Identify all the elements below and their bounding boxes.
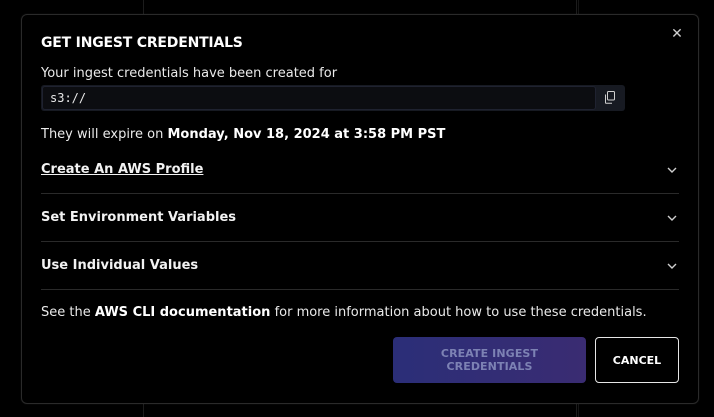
cancel-button[interactable]: CANCEL [595,337,679,383]
create-credentials-button[interactable]: CREATE INGEST CREDENTIALS [393,337,586,383]
uri-field[interactable]: s3:// [42,86,596,110]
section-label-aws-profile: Create An AWS Profile [41,161,204,177]
footer-text: See the AWS CLI documentation for more i… [41,305,647,320]
section-label-env-variables: Set Environment Variables [41,209,237,225]
expire-prefix: They will expire on [41,127,164,142]
dialog-title: GET INGEST CREDENTIALS [41,35,243,51]
section-aws-profile[interactable]: Create An AWS Profile [41,145,679,194]
copy-icon [604,89,616,108]
footer-suffix: for more information about how to use th… [274,305,647,320]
expiration-text: They will expire on Monday, Nov 18, 2024… [41,127,445,142]
intro-text: Your ingest credentials have been create… [41,66,338,81]
chevron-down-icon [667,211,677,224]
aws-cli-docs-link[interactable]: AWS CLI documentation [95,305,271,320]
copy-button[interactable] [596,86,624,110]
expire-date: Monday, Nov 18, 2024 at 3:58 PM PST [167,127,446,142]
ingest-credentials-dialog: ✕ GET INGEST CREDENTIALS Your ingest cre… [21,14,699,404]
chevron-down-icon [667,259,677,272]
section-label-individual-values: Use Individual Values [41,257,199,273]
section-env-variables[interactable]: Set Environment Variables [41,193,679,242]
chevron-down-icon [667,163,677,176]
uri-field-group: s3:// [41,85,625,111]
close-icon[interactable]: ✕ [670,27,684,41]
footer-prefix: See the [41,305,91,320]
section-individual-values[interactable]: Use Individual Values [41,241,679,290]
